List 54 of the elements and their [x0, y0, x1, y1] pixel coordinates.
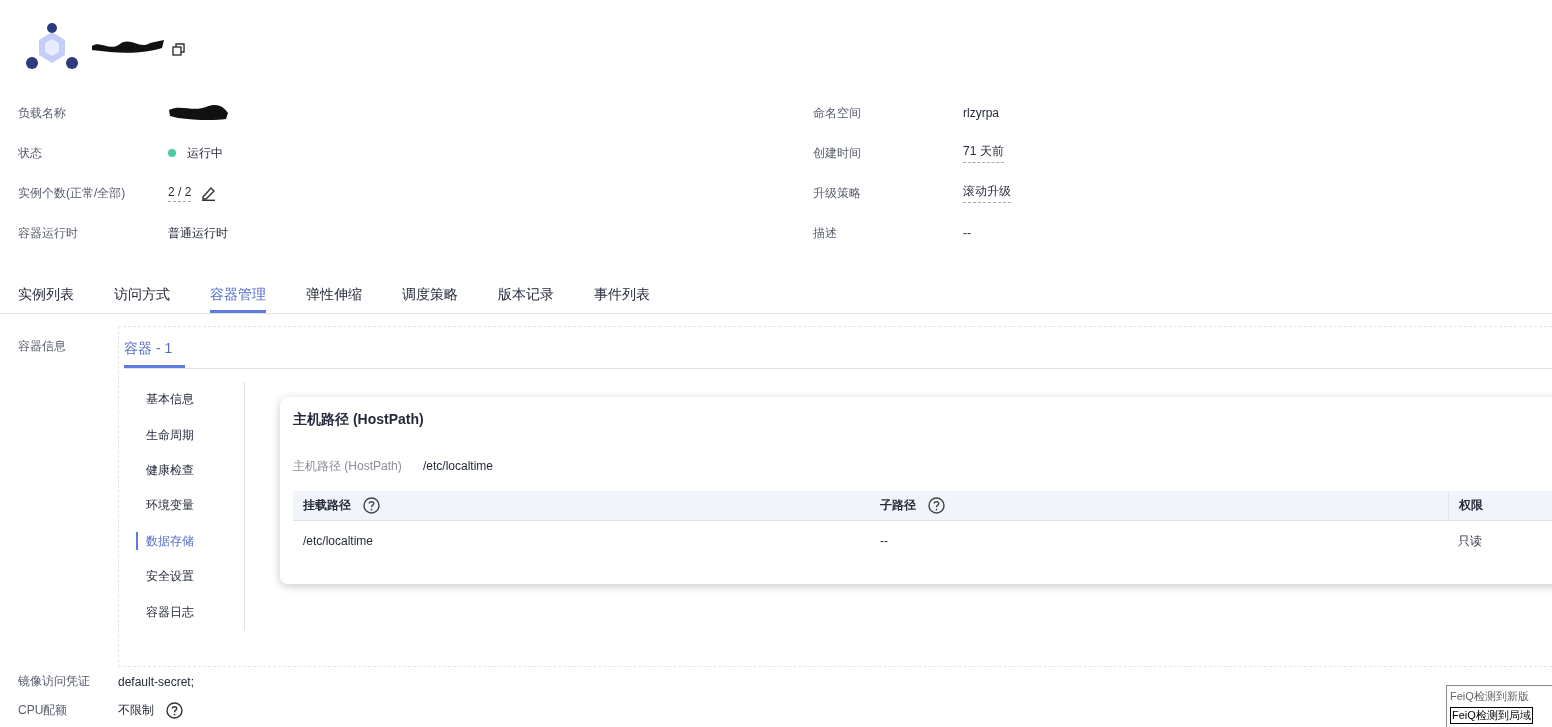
copy-icon[interactable] — [172, 42, 185, 56]
column-header: 权限 — [1459, 497, 1483, 514]
popup-title: 主机路径 (HostPath) — [293, 410, 425, 428]
hexagon-logo-icon — [24, 22, 80, 72]
column-header: 挂载路径 — [303, 497, 351, 514]
side-menu-item[interactable]: 容器日志 — [124, 594, 244, 630]
side-menu-item[interactable]: 生命周期 — [124, 417, 244, 453]
tab[interactable]: 事件列表 — [594, 284, 650, 313]
field-value: 运行中 — [187, 144, 223, 162]
help-icon[interactable] — [363, 497, 380, 514]
side-menu-item[interactable]: 环境变量 — [124, 488, 244, 524]
field-label: 命名空间 — [813, 104, 862, 122]
tab[interactable]: 调度策略 — [402, 284, 458, 313]
field-label: 负载名称 — [18, 104, 67, 122]
side-menu-item[interactable]: 安全设置 — [124, 559, 244, 595]
tab[interactable]: 弹性伸缩 — [306, 284, 362, 313]
field-value: 普通运行时 — [168, 224, 228, 242]
section-label: 容器信息 — [17, 338, 67, 355]
side-menu-item[interactable]: 数据存储 — [124, 523, 244, 560]
field-label: 状态 — [18, 144, 43, 162]
tab[interactable]: 容器管理 — [210, 284, 266, 313]
field-label: 升级策略 — [813, 184, 862, 202]
container-tab[interactable]: 容器 - 1 — [124, 327, 185, 368]
notification-text: FeiQ检测到新版 — [1450, 689, 1529, 704]
field-value: 71 天前 — [963, 143, 1004, 163]
table-cell: /etc/localtime — [303, 534, 374, 548]
table-cell: -- — [880, 534, 888, 548]
table-cell: 只读 — [1458, 532, 1482, 550]
field-label: 镜像访问凭证 — [18, 673, 91, 690]
field-value: default-secret; — [118, 674, 195, 689]
help-icon[interactable] — [166, 702, 183, 719]
field-label: 主机路径 (HostPath) — [293, 458, 403, 474]
tab[interactable]: 实例列表 — [18, 284, 74, 313]
field-label: 描述 — [813, 224, 838, 242]
field-value: -- — [963, 226, 971, 240]
tab[interactable]: 访问方式 — [114, 284, 170, 313]
field-value: rlzyrpa — [963, 106, 999, 120]
field-label: 创建时间 — [813, 144, 862, 162]
field-label: 容器运行时 — [18, 224, 79, 242]
help-icon[interactable] — [928, 497, 945, 514]
field-value: 不限制 — [118, 702, 154, 719]
tab[interactable]: 版本记录 — [498, 284, 554, 313]
field-value: 2 / 2 — [168, 184, 192, 202]
edit-icon[interactable] — [201, 185, 217, 201]
side-menu-item[interactable]: 基本信息 — [124, 382, 244, 418]
field-value: /etc/localtime — [423, 458, 494, 474]
redaction-scribble — [168, 104, 230, 122]
field-label: 实例个数(正常/全部) — [18, 184, 127, 202]
field-label: CPU配额 — [18, 702, 69, 719]
notification-text: FeiQ检测到局域 — [1450, 707, 1533, 724]
column-header: 子路径 — [880, 497, 916, 514]
side-menu-item[interactable]: 健康检查 — [124, 452, 244, 489]
status-dot — [168, 149, 176, 157]
field-value: 滚动升级 — [963, 183, 1011, 203]
